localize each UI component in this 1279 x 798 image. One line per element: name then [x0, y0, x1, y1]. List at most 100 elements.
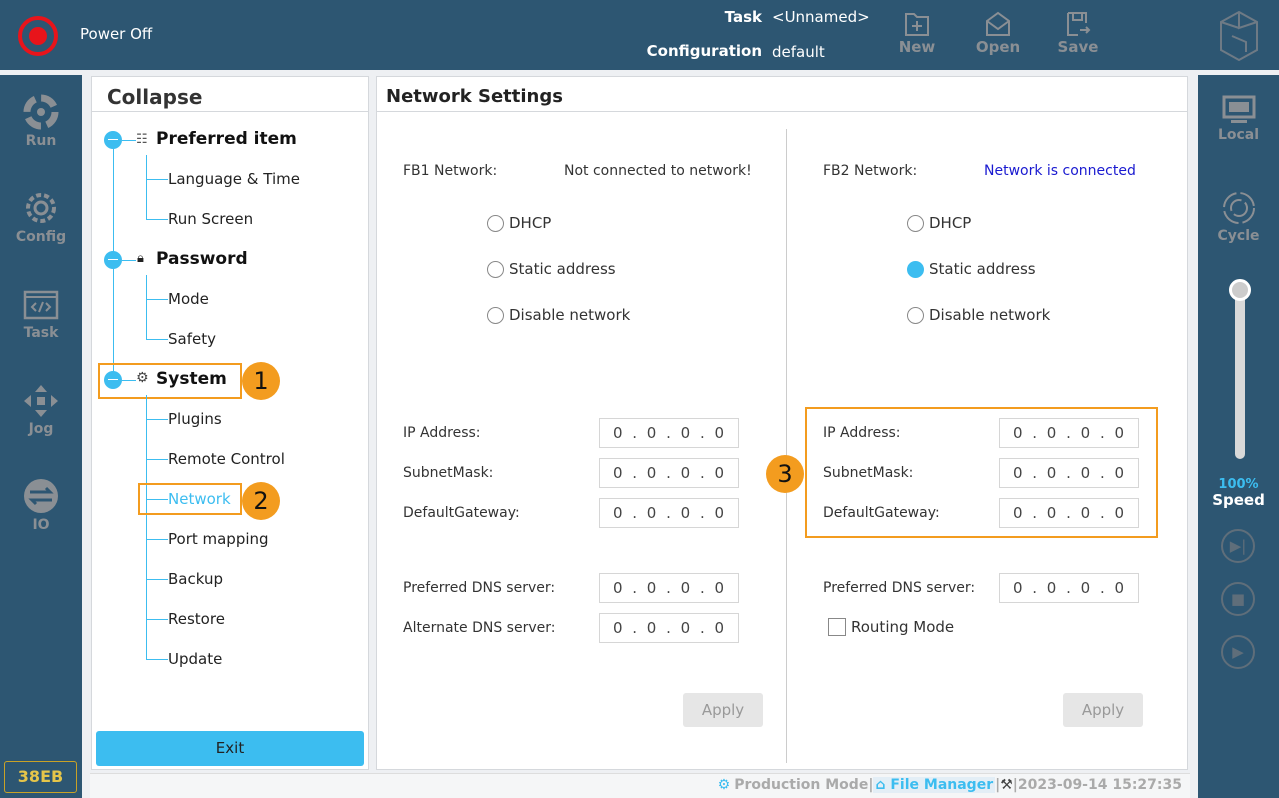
menu-safety[interactable]: Safety — [168, 330, 216, 348]
cycle-icon — [1222, 192, 1255, 224]
stop-icon: ■ — [1230, 590, 1246, 608]
group-password[interactable]: Password — [156, 249, 248, 269]
file-manager-link[interactable]: ⌂ File Manager — [873, 777, 996, 793]
nav-io[interactable]: IO — [0, 477, 82, 533]
nav-jog[interactable]: Jog — [0, 383, 82, 437]
fb1-radio-static[interactable]: Static address — [487, 260, 616, 278]
fb1-ip-input[interactable]: 0 . 0 . 0 . 0 — [599, 418, 739, 448]
new-label: New — [898, 38, 936, 56]
cycle-button[interactable]: Cycle — [1198, 190, 1279, 244]
nav-jog-label: Jog — [28, 421, 54, 437]
menu-backup[interactable]: Backup — [168, 570, 223, 588]
step-forward-icon: ▶| — [1229, 537, 1247, 555]
play-icon: ▶ — [1232, 643, 1244, 661]
save-label: Save — [1057, 38, 1099, 56]
nav-config[interactable]: Config — [0, 189, 82, 245]
fb2-apply-button[interactable]: Apply — [1063, 693, 1143, 727]
menu-run-screen[interactable]: Run Screen — [168, 210, 253, 228]
nav-config-label: Config — [15, 229, 67, 245]
fb1-ip-label: IP Address: — [403, 425, 481, 441]
fb2-dns1-input[interactable]: 0 . 0 . 0 . 0 — [999, 573, 1139, 603]
speed-label: Speed — [1212, 491, 1265, 509]
new-button[interactable]: New — [893, 10, 941, 56]
fb1-radio-disable[interactable]: Disable network — [487, 306, 630, 324]
production-mode-status[interactable]: Production Mode — [734, 777, 868, 793]
nav-run-label: Run — [25, 133, 57, 149]
annotation-badge-2: 2 — [242, 482, 280, 520]
fb1-status: Not connected to network! — [564, 163, 752, 179]
nav-task[interactable]: Task — [0, 287, 82, 341]
datetime: 2023-09-14 15:27:35 — [1017, 777, 1182, 793]
exit-button[interactable]: Exit — [96, 731, 364, 766]
save-button[interactable]: Save — [1054, 10, 1102, 56]
collapse-button[interactable]: Collapse — [107, 85, 202, 109]
routing-mode-checkbox[interactable]: Routing Mode — [828, 618, 954, 636]
step-button[interactable]: ▶| — [1221, 529, 1255, 563]
fb1-subnet-input[interactable]: 0 . 0 . 0 . 0 — [599, 458, 739, 488]
network-settings-panel: Network Settings FB1 Network: Not connec… — [376, 76, 1188, 770]
fb1-gateway-input[interactable]: 0 . 0 . 0 . 0 — [599, 498, 739, 528]
open-label: Open — [975, 38, 1021, 56]
list-icon: ☷ — [136, 132, 148, 147]
status-bar: ⚙ Production Mode | ⌂ File Manager | ⚒ | 20… — [90, 773, 1190, 798]
play-button[interactable]: ▶ — [1221, 635, 1255, 669]
menu-language-time[interactable]: Language & Time — [168, 170, 300, 188]
fb2-subnet-label: SubnetMask: — [823, 465, 914, 481]
menu-restore[interactable]: Restore — [168, 610, 225, 628]
fb2-subnet-input[interactable]: 0 . 0 . 0 . 0 — [999, 458, 1139, 488]
speed-slider-track[interactable] — [1235, 287, 1245, 459]
right-rail: Local Cycle 100% Speed ▶| ■ ▶ — [1198, 75, 1279, 798]
move-arrows-icon — [24, 385, 58, 417]
collapse-toggle-password[interactable] — [104, 251, 122, 269]
usb-icon: ⌂ — [875, 777, 891, 793]
run-icon — [23, 94, 59, 130]
fb2-radio-disable[interactable]: Disable network — [907, 306, 1050, 324]
fb1-gateway-label: DefaultGateway: — [403, 505, 520, 521]
nav-task-label: Task — [23, 325, 59, 341]
fb2-label: FB2 Network: — [823, 163, 918, 179]
fb2-radio-dhcp[interactable]: DHCP — [907, 214, 971, 232]
menu-plugins[interactable]: Plugins — [168, 410, 222, 428]
brand-logo-icon — [1220, 10, 1258, 62]
local-button[interactable]: Local — [1198, 95, 1279, 143]
nav-run[interactable]: Run — [0, 93, 82, 149]
fb2-gateway-input[interactable]: 0 . 0 . 0 . 0 — [999, 498, 1139, 528]
group-preferred-item[interactable]: Preferred item — [156, 129, 297, 149]
settings-sidebar: Collapse ☷ Preferred item Language & Tim… — [91, 76, 369, 770]
new-folder-icon — [905, 13, 929, 36]
annotation-badge-1: 1 — [242, 362, 280, 400]
config-label: Configuration — [646, 42, 762, 60]
menu-update[interactable]: Update — [168, 650, 222, 668]
fb1-dns1-input[interactable]: 0 . 0 . 0 . 0 — [599, 573, 739, 603]
fb1-dns1-label: Preferred DNS server: — [403, 580, 556, 596]
fb2-gateway-label: DefaultGateway: — [823, 505, 940, 521]
top-bar: Power Off Task <Unnamed> Configuration d… — [0, 0, 1279, 70]
fb2-ip-input[interactable]: 0 . 0 . 0 . 0 — [999, 418, 1139, 448]
config-value: default — [772, 43, 825, 61]
column-divider — [786, 129, 787, 763]
task-value: <Unnamed> — [772, 8, 870, 26]
stop-button[interactable]: ■ — [1221, 582, 1255, 616]
fb2-status: Network is connected — [984, 163, 1136, 179]
speed-slider-handle[interactable] — [1229, 279, 1251, 301]
highlight-box-1 — [98, 363, 242, 399]
lock-icon: 🔒︎ — [137, 251, 144, 266]
open-button[interactable]: Open — [972, 10, 1024, 56]
network-tools-icon[interactable]: ⚒ — [1000, 777, 1013, 793]
power-icon — [29, 27, 47, 45]
save-disk-icon — [1067, 12, 1091, 36]
fb1-label: FB1 Network: — [403, 163, 498, 179]
fb1-radio-dhcp[interactable]: DHCP — [487, 214, 551, 232]
menu-mode[interactable]: Mode — [168, 290, 209, 308]
power-button[interactable] — [18, 16, 58, 56]
fb2-radio-static[interactable]: Static address — [907, 260, 1036, 278]
menu-port-mapping[interactable]: Port mapping — [168, 530, 269, 548]
fb1-dns2-input[interactable]: 0 . 0 . 0 . 0 — [599, 613, 739, 643]
fb1-apply-button[interactable]: Apply — [683, 693, 763, 727]
fb2-ip-label: IP Address: — [823, 425, 901, 441]
monitor-icon — [1222, 95, 1255, 123]
code-icon — [23, 290, 59, 320]
collapse-toggle-preferred[interactable] — [104, 131, 122, 149]
fb1-dns2-label: Alternate DNS server: — [403, 620, 556, 636]
menu-remote-control[interactable]: Remote Control — [168, 450, 285, 468]
